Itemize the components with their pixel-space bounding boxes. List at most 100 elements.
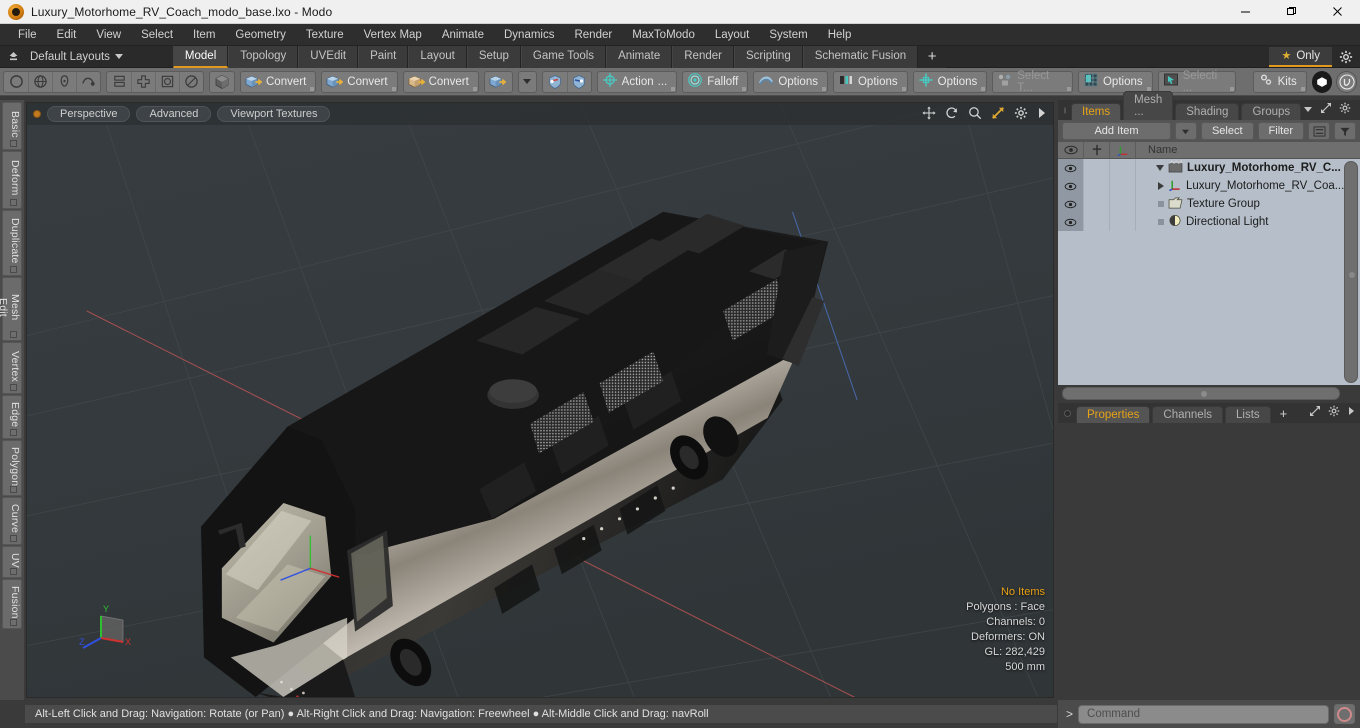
row-axis-cell[interactable] xyxy=(1110,195,1136,213)
select-through-button[interactable]: Select T... xyxy=(992,70,1073,94)
circle-icon[interactable] xyxy=(4,72,28,92)
tab-properties[interactable]: Properties xyxy=(1076,406,1151,423)
menu-geometry[interactable]: Geometry xyxy=(225,24,296,46)
item-row-texture-group[interactable]: Texture Group xyxy=(1136,197,1360,212)
chevron-right-icon[interactable] xyxy=(1037,107,1047,122)
pen-icon[interactable] xyxy=(52,71,76,92)
options-button-4[interactable]: Options xyxy=(1077,70,1153,93)
sidebar-tab-duplicate[interactable]: Duplicate xyxy=(2,210,22,276)
box-select-icon[interactable] xyxy=(155,71,179,92)
tab-uvedit[interactable]: UVEdit xyxy=(298,45,359,68)
kits-button[interactable]: Kits xyxy=(1252,70,1307,93)
row-lock-cell[interactable] xyxy=(1084,159,1110,177)
action-center-button[interactable]: Action ... xyxy=(596,70,678,93)
viewport-textures-dropdown[interactable]: Viewport Textures xyxy=(217,106,331,122)
menu-system[interactable]: System xyxy=(759,24,817,46)
selection-button[interactable]: Selecti ... xyxy=(1157,70,1236,94)
viewport-menu-dot-icon[interactable] xyxy=(33,110,41,118)
rotate-icon[interactable] xyxy=(945,106,959,123)
command-record-button[interactable] xyxy=(1334,704,1355,724)
menu-vertex-map[interactable]: Vertex Map xyxy=(354,24,432,46)
row-axis-cell[interactable] xyxy=(1110,159,1136,177)
tab-schematic-fusion[interactable]: Schematic Fusion xyxy=(802,45,919,68)
row-lock-cell[interactable] xyxy=(1084,213,1110,231)
tab-setup[interactable]: Setup xyxy=(466,45,521,68)
add-layout-tab-button[interactable]: + xyxy=(918,45,947,68)
tab-shading[interactable]: Shading xyxy=(1175,103,1240,120)
chevron-down-icon[interactable] xyxy=(1156,165,1164,171)
menu-texture[interactable]: Texture xyxy=(296,24,354,46)
tab-model[interactable]: Model xyxy=(172,45,229,68)
row-visibility-eye-icon[interactable] xyxy=(1058,177,1084,195)
add-item-dropdown-button[interactable] xyxy=(1174,122,1197,140)
list-options-icon[interactable] xyxy=(1308,122,1330,140)
fit-icon[interactable] xyxy=(991,106,1005,123)
tab-mesh[interactable]: Mesh ... xyxy=(1123,91,1174,120)
row-visibility-eye-icon[interactable] xyxy=(1058,213,1084,231)
sidebar-tab-edge[interactable]: Edge xyxy=(2,395,22,439)
zoom-icon[interactable] xyxy=(968,106,982,123)
table-row[interactable]: Directional Light xyxy=(1058,213,1360,231)
layout-settings-gear-icon[interactable] xyxy=(1332,50,1360,64)
gear-icon[interactable] xyxy=(1328,405,1340,420)
sidebar-tab-deform[interactable]: Deform xyxy=(2,151,22,209)
menu-animate[interactable]: Animate xyxy=(432,24,494,46)
minimize-button[interactable] xyxy=(1222,0,1268,24)
panel-menu-dot-icon[interactable] xyxy=(1064,107,1066,114)
table-row[interactable]: Luxury_Motorhome_RV_C... xyxy=(1058,159,1360,177)
command-input[interactable] xyxy=(1078,704,1329,724)
globe-icon[interactable] xyxy=(28,71,52,92)
mirror-icon[interactable] xyxy=(107,72,131,92)
unreal-badge-icon[interactable] xyxy=(1336,70,1357,93)
modo-badge-icon[interactable] xyxy=(1311,70,1333,93)
default-layouts-dropdown[interactable]: Default Layouts xyxy=(26,51,133,63)
options-button-3[interactable]: Options xyxy=(912,70,988,93)
row-axis-cell[interactable] xyxy=(1110,177,1136,195)
popout-icon[interactable] xyxy=(1320,102,1332,117)
sidebar-tab-fusion[interactable]: Fusion xyxy=(2,579,22,629)
home-layout-icon[interactable] xyxy=(0,46,26,68)
shield-red-icon[interactable] xyxy=(543,72,567,92)
only-toggle-button[interactable]: ★ Only xyxy=(1269,46,1332,67)
popout-icon[interactable] xyxy=(1309,405,1321,420)
menu-dynamics[interactable]: Dynamics xyxy=(494,24,564,46)
menu-edit[interactable]: Edit xyxy=(47,24,87,46)
row-visibility-eye-icon[interactable] xyxy=(1058,159,1084,177)
tab-topology[interactable]: Topology xyxy=(228,45,299,68)
menu-help[interactable]: Help xyxy=(818,24,862,46)
options-button-1[interactable]: Options xyxy=(753,70,828,93)
chevron-right-icon[interactable] xyxy=(1347,406,1355,419)
table-row[interactable]: Texture Group xyxy=(1058,195,1360,213)
close-button[interactable] xyxy=(1314,0,1360,24)
select-button[interactable]: Select xyxy=(1200,122,1254,140)
convert-extra-button[interactable] xyxy=(483,70,513,93)
add-item-button[interactable]: Add Item xyxy=(1062,122,1171,140)
items-list-horizontal-scrollbar[interactable] xyxy=(1062,387,1340,400)
sidebar-tab-curve[interactable]: Curve xyxy=(2,497,22,545)
tab-lists[interactable]: Lists xyxy=(1225,406,1271,423)
options-button-2[interactable]: Options xyxy=(832,70,908,93)
items-list-vertical-scrollbar[interactable] xyxy=(1344,161,1358,383)
menu-layout[interactable]: Layout xyxy=(705,24,760,46)
items-list[interactable]: Luxury_Motorhome_RV_C... Luxury_Motorhom… xyxy=(1058,159,1360,385)
convert-dropdown-button[interactable] xyxy=(517,70,537,93)
chevron-down-icon[interactable] xyxy=(1303,104,1313,116)
menu-item[interactable]: Item xyxy=(183,24,225,46)
add-icon[interactable] xyxy=(131,71,155,92)
tab-animate[interactable]: Animate xyxy=(606,45,673,68)
row-axis-cell[interactable] xyxy=(1110,213,1136,231)
filter-funnel-icon[interactable] xyxy=(1334,122,1356,140)
tab-paint[interactable]: Paint xyxy=(358,45,409,68)
panel-menu-dot-icon[interactable] xyxy=(1064,410,1071,417)
menu-view[interactable]: View xyxy=(86,24,131,46)
cube-icon[interactable] xyxy=(210,72,234,92)
viewport-advanced-dropdown[interactable]: Advanced xyxy=(136,106,212,122)
viewport-perspective-dropdown[interactable]: Perspective xyxy=(47,106,131,122)
3d-viewport[interactable]: Perspective Advanced Viewport Textures Y… xyxy=(26,102,1054,698)
shield-blue-icon[interactable] xyxy=(566,71,591,92)
ellipse-icon[interactable] xyxy=(179,71,203,92)
tab-render[interactable]: Render xyxy=(672,45,734,68)
menu-file[interactable]: File xyxy=(8,24,47,46)
gear-icon[interactable] xyxy=(1014,106,1028,123)
sidebar-tab-polygon[interactable]: Polygon xyxy=(2,440,22,496)
